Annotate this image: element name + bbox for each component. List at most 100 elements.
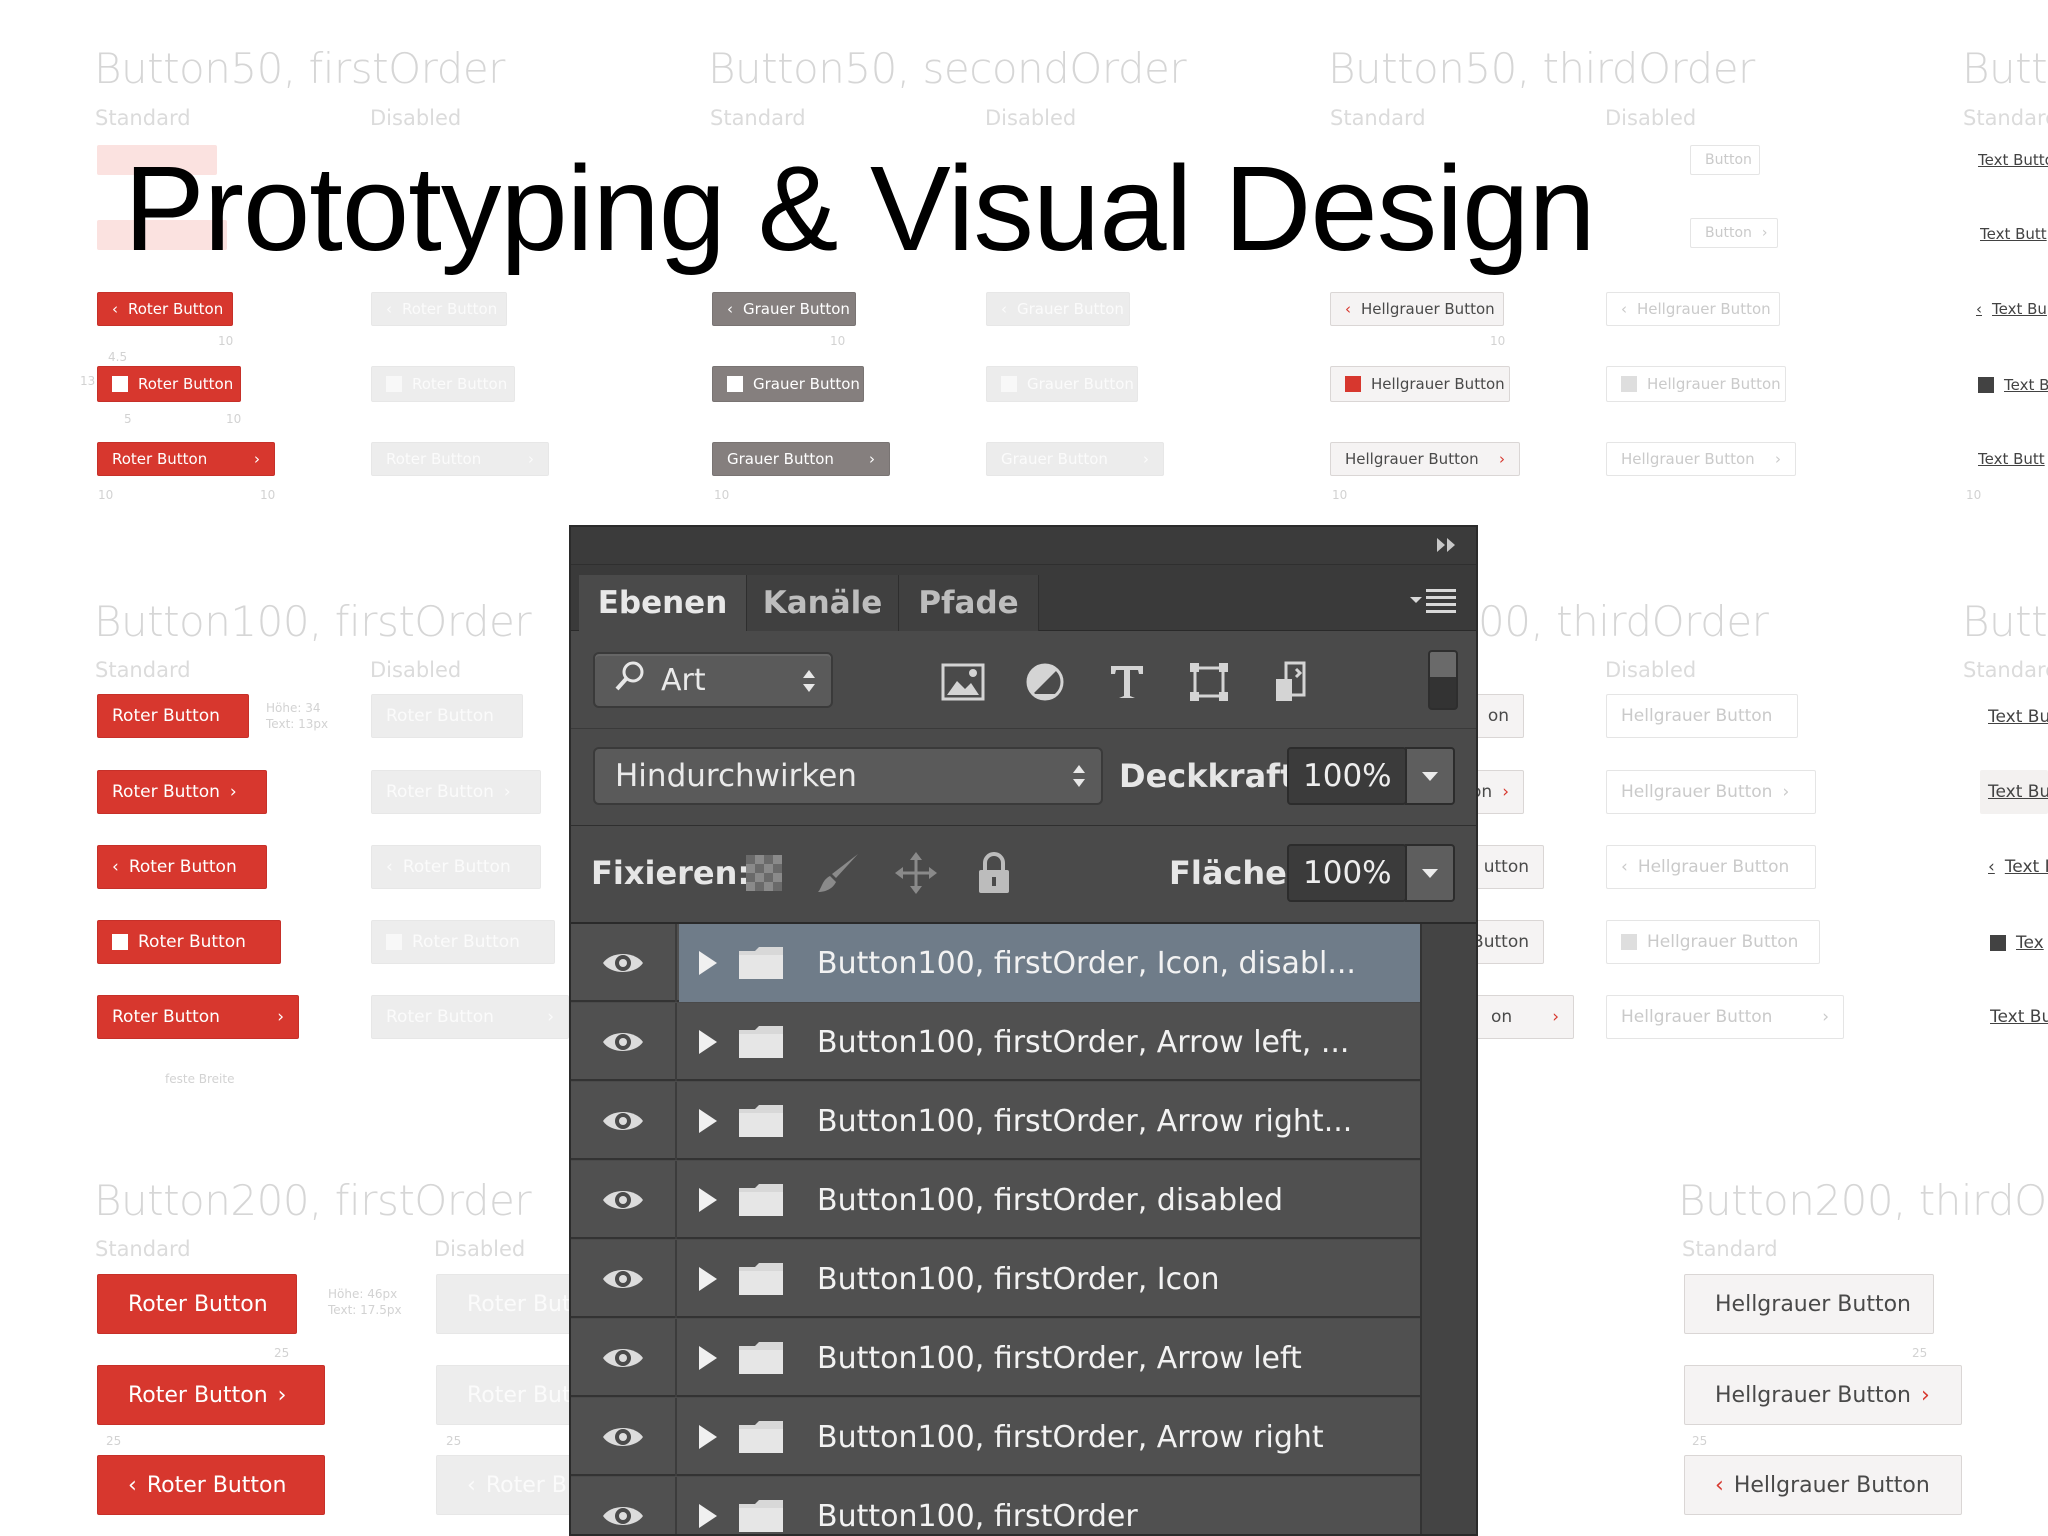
grey-button-disabled: Grauer Button › [986, 442, 1164, 476]
filter-kind-select[interactable]: Art [593, 652, 833, 708]
disabled-label: Disabled [370, 658, 462, 682]
layer-main[interactable]: Button100, firstOrder, disabled [679, 1161, 1420, 1239]
layer-row[interactable]: Button100, firstOrder, Arrow right [571, 1398, 1420, 1476]
folder-icon [737, 1182, 785, 1218]
lock-transparency-icon[interactable] [741, 850, 787, 896]
blend-mode-select[interactable]: Hindurchwirken [593, 747, 1103, 805]
red-button-icon: Roter Button [97, 366, 241, 402]
tab-channels[interactable]: Kanäle [747, 575, 899, 631]
expand-triangle-icon[interactable] [699, 1346, 717, 1370]
expand-triangle-icon[interactable] [699, 1504, 717, 1528]
layer-name: Button100, firstOrder, Arrow right [817, 1419, 1324, 1455]
standard-label: Standard [1682, 1237, 1778, 1261]
section-title: Button50, thirdOrder [1328, 44, 1755, 93]
visibility-eye-icon[interactable] [571, 1398, 677, 1476]
fill-dropdown-button[interactable] [1405, 844, 1455, 902]
type-filter-icon[interactable] [1103, 660, 1151, 704]
section-title: Button50, secondOrder [708, 44, 1187, 93]
spacing-note: 10 [218, 334, 234, 348]
lightgrey-button-disabled: ‹ Hellgrauer Button [1606, 292, 1780, 326]
layer-main[interactable]: Button100, firstOrder, Arrow left [679, 1319, 1420, 1397]
visibility-eye-icon[interactable] [571, 924, 677, 1002]
visibility-eye-icon[interactable] [571, 1161, 677, 1239]
image-filter-icon[interactable] [939, 660, 987, 704]
fill-input[interactable]: 100% [1287, 844, 1407, 902]
folder-icon [737, 1024, 785, 1060]
adjustment-filter-icon[interactable] [1021, 660, 1069, 704]
text-button-example: Text Butto [1978, 151, 2048, 169]
layer-row[interactable]: Button100, firstOrder, Icon [571, 1240, 1420, 1318]
layer-row[interactable]: Button100, firstOrder, Arrow left [571, 1319, 1420, 1397]
layer-row[interactable]: Button100, firstOrder, disabled [571, 1161, 1420, 1239]
filter-toggle-switch[interactable] [1428, 650, 1458, 710]
smart-object-filter-icon[interactable] [1267, 660, 1315, 704]
button-example: Button [1690, 145, 1760, 175]
grey-button-arrow-left: ‹ Grauer Button [712, 292, 856, 326]
opacity-input[interactable]: 100% [1287, 747, 1407, 805]
lightgrey-button-disabled: Hellgrauer Button › [1606, 442, 1796, 476]
opacity-dropdown-button[interactable] [1405, 747, 1455, 805]
spec-note: Höhe: 34 Text: 13px [266, 701, 329, 731]
layer-main[interactable]: Button100, firstOrder, Arrow right [679, 1398, 1420, 1476]
layer-main[interactable]: Button100, firstOrder, Icon [679, 1240, 1420, 1318]
layer-main[interactable]: Button100, firstOrder, Arrow right... [679, 1082, 1420, 1160]
spacing-note: 10 [1966, 488, 1982, 502]
layer-row[interactable]: Button100, firstOrder, Arrow left, ... [571, 1003, 1420, 1081]
lock-position-move-icon[interactable] [893, 850, 939, 896]
red-button-arrow-left: ‹ Roter Button [97, 292, 233, 326]
opacity-label: Deckkraft: [1119, 757, 1309, 795]
visibility-eye-icon[interactable] [571, 1003, 677, 1081]
expand-triangle-icon[interactable] [699, 1425, 717, 1449]
expand-triangle-icon[interactable] [699, 951, 717, 975]
layer-main[interactable]: Button100, firstOrder [679, 1477, 1420, 1534]
expand-triangle-icon[interactable] [699, 1267, 717, 1291]
lightgrey-button-disabled: Hellgrauer Button [1606, 366, 1786, 402]
lock-pixels-brush-icon[interactable] [816, 850, 862, 896]
panel-menu-icon[interactable] [1408, 585, 1458, 615]
visibility-eye-icon[interactable] [571, 1477, 677, 1534]
tab-paths[interactable]: Pfade [899, 575, 1039, 631]
red-button-disabled: ‹ Roter Button [371, 845, 541, 889]
expand-triangle-icon[interactable] [699, 1188, 717, 1212]
lock-all-icon[interactable] [971, 850, 1017, 896]
layer-row[interactable]: Button100, firstOrder, Arrow right... [571, 1082, 1420, 1160]
layers-panel: Ebenen Kanäle Pfade Art Hindurchwirken D… [569, 525, 1478, 1536]
spacing-note: 10 [1332, 488, 1348, 502]
grey-button-arrow-right: Grauer Button › [712, 442, 890, 476]
disabled-label: Disabled [985, 106, 1077, 130]
visibility-eye-icon[interactable] [571, 1082, 677, 1160]
layer-name: Button100, firstOrder, disabled [817, 1182, 1284, 1218]
updown-arrows-icon [1071, 761, 1087, 791]
shape-filter-icon[interactable] [1185, 660, 1233, 704]
lightgrey-button-large-arrow-left: ‹ Hellgrauer Button [1684, 1455, 1962, 1515]
slide-title: Prototyping & Visual Design [124, 140, 1596, 276]
red-button-arrow-right: Roter Button › [97, 770, 267, 814]
lightgrey-button-disabled: Hellgrauer Button › [1606, 770, 1816, 814]
layer-row[interactable]: Button100, firstOrder [571, 1477, 1420, 1534]
text-button-example: ‹ Text Bu [1976, 300, 2047, 318]
text-button-example: Text Bu [1990, 1007, 2048, 1027]
standard-label: Standarc [1963, 106, 2048, 130]
layer-row[interactable]: Button100, firstOrder, Icon, disabl... [571, 924, 1420, 1002]
text-button-example: Text B [1978, 372, 2048, 398]
layer-main[interactable]: Button100, firstOrder, Icon, disabl... [679, 924, 1420, 1002]
expand-triangle-icon[interactable] [699, 1109, 717, 1133]
expand-triangle-icon[interactable] [699, 1030, 717, 1054]
red-button-disabled: Roter Button [371, 920, 555, 964]
tab-layers[interactable]: Ebenen [579, 575, 747, 631]
collapse-panel-icon[interactable] [1434, 535, 1460, 555]
visibility-eye-icon[interactable] [571, 1240, 677, 1318]
folder-icon [737, 1261, 785, 1297]
visibility-eye-icon[interactable] [571, 1319, 677, 1397]
blend-mode-value: Hindurchwirken [615, 758, 857, 794]
spacing-note: 5 [124, 412, 132, 426]
chevron-down-icon [1422, 772, 1438, 781]
lightgrey-button-large-arrow-right: Hellgrauer Button › [1684, 1365, 1962, 1425]
section-title: Butt [1962, 44, 2048, 93]
red-button-disabled: Roter Button › [371, 995, 569, 1039]
layer-main[interactable]: Button100, firstOrder, Arrow left, ... [679, 1003, 1420, 1081]
layer-list-scroll-area[interactable] [1420, 924, 1476, 1534]
lightgrey-button-disabled: Hellgrauer Button [1606, 694, 1798, 738]
spacing-note: 4.5 [108, 350, 128, 364]
blend-mode-row: Hindurchwirken Deckkraft: 100% [571, 728, 1476, 826]
